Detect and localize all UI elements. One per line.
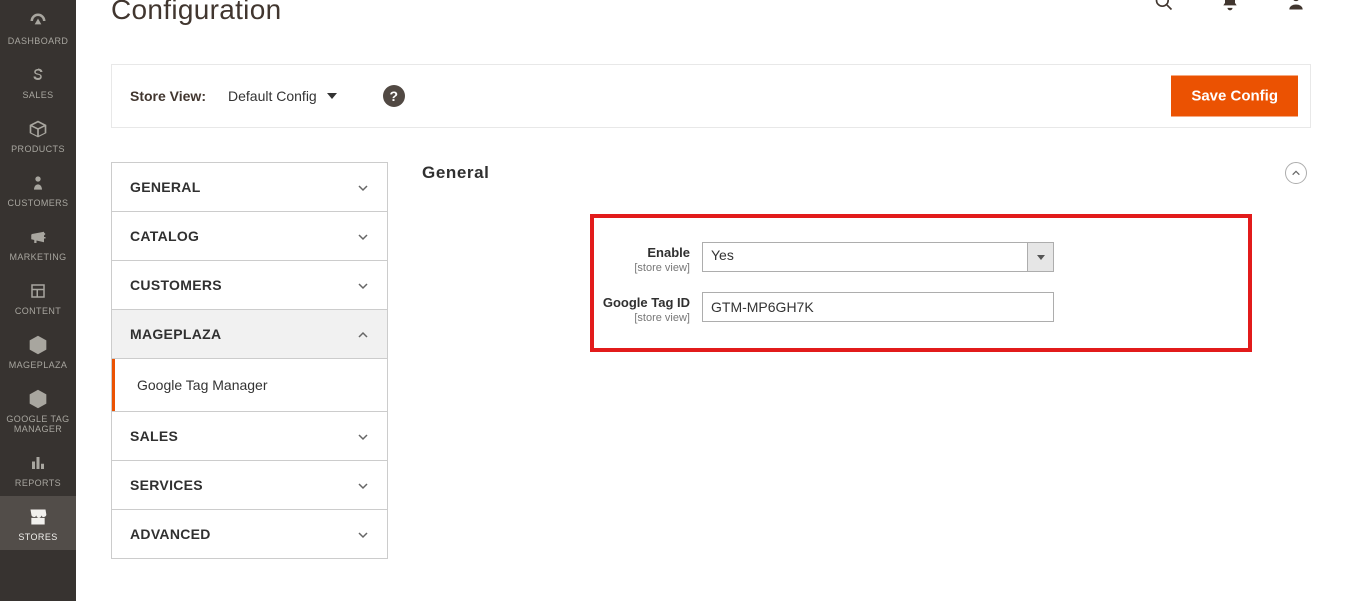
config-accordion: GENERAL CATALOG CUSTOMERS MAGEPLAZA (111, 162, 388, 559)
box-icon (25, 118, 51, 140)
sidenav-label: SALES (22, 90, 53, 100)
store-view-label: Store View: (130, 88, 206, 104)
sidenav-mageplaza[interactable]: MAGEPLAZA (0, 324, 76, 378)
admin-sidenav: DASHBOARD SALES PRODUCTS CUSTOMERS MARKE… (0, 0, 76, 601)
sidenav-gtm[interactable]: GOOGLE TAG MANAGER (0, 378, 76, 442)
google-tag-id-input[interactable] (702, 292, 1054, 322)
chevron-down-icon (357, 430, 369, 442)
acc-advanced: ADVANCED (111, 509, 388, 559)
sidenav-stores[interactable]: STORES (0, 496, 76, 550)
acc-label: SALES (130, 428, 178, 444)
chevron-up-icon (357, 328, 369, 340)
section-title: General (422, 163, 490, 183)
hexagon-icon (25, 388, 51, 410)
sidenav-sales[interactable]: SALES (0, 54, 76, 108)
acc-mageplaza: MAGEPLAZA Google Tag Manager (111, 309, 388, 411)
enable-select[interactable]: Yes (702, 242, 1028, 272)
sidenav-label: REPORTS (15, 478, 61, 488)
sidenav-marketing[interactable]: MARKETING (0, 216, 76, 270)
acc-header-mageplaza[interactable]: MAGEPLAZA (112, 310, 387, 358)
megaphone-icon (25, 226, 51, 248)
user-icon[interactable] (1286, 0, 1306, 12)
section-collapse-toggle[interactable] (1285, 162, 1307, 184)
toolbar: Store View: Default Config ? Save Config (111, 64, 1311, 128)
chevron-down-icon (357, 279, 369, 291)
store-view-select[interactable]: Default Config (228, 88, 337, 104)
sidenav-content[interactable]: CONTENT (0, 270, 76, 324)
save-config-button[interactable]: Save Config (1171, 76, 1298, 117)
sidenav-dashboard[interactable]: DASHBOARD (0, 0, 76, 54)
bar-chart-icon (25, 452, 51, 474)
acc-sub-gtm[interactable]: Google Tag Manager (112, 359, 387, 411)
dollar-icon (25, 64, 51, 86)
sidenav-customers[interactable]: CUSTOMERS (0, 162, 76, 216)
acc-label: CATALOG (130, 228, 199, 244)
acc-sub-mageplaza: Google Tag Manager (112, 358, 387, 411)
field-google-tag-id: Google Tag ID [store view] (594, 292, 1236, 324)
bell-icon[interactable] (1220, 0, 1240, 12)
field-tag-id-label: Google Tag ID (594, 295, 690, 310)
store-view-value: Default Config (228, 88, 317, 104)
acc-label: CUSTOMERS (130, 277, 222, 293)
acc-customers: CUSTOMERS (111, 260, 388, 309)
acc-sales: SALES (111, 411, 388, 460)
chevron-down-icon (357, 181, 369, 193)
storefront-icon (25, 506, 51, 528)
header-icons (1154, 0, 1306, 12)
sidenav-label: MARKETING (9, 252, 66, 262)
field-enable: Enable [store view] Yes (594, 242, 1236, 274)
hexagon-icon (25, 334, 51, 356)
config-form-area: General Enable [store view] Yes (388, 162, 1311, 559)
sidenav-label: CUSTOMERS (8, 198, 69, 208)
sidenav-label: MAGEPLAZA (9, 360, 68, 370)
acc-header-sales[interactable]: SALES (112, 412, 387, 460)
acc-sub-label: Google Tag Manager (137, 377, 268, 393)
field-enable-label: Enable (594, 245, 690, 260)
field-tag-id-scope: [store view] (594, 312, 690, 324)
gauge-icon (25, 10, 51, 32)
help-icon[interactable]: ? (383, 85, 405, 107)
search-icon[interactable] (1154, 0, 1174, 12)
acc-label: GENERAL (130, 179, 201, 195)
acc-header-general[interactable]: GENERAL (112, 163, 387, 211)
chevron-down-icon (357, 528, 369, 540)
highlighted-fields-box: Enable [store view] Yes Google Tag ID [s… (590, 214, 1252, 352)
page-title: Configuration (111, 0, 1311, 26)
acc-header-catalog[interactable]: CATALOG (112, 212, 387, 260)
layout-icon (25, 280, 51, 302)
acc-services: SERVICES (111, 460, 388, 509)
chevron-down-icon (357, 479, 369, 491)
sidenav-products[interactable]: PRODUCTS (0, 108, 76, 162)
acc-label: MAGEPLAZA (130, 326, 221, 342)
acc-header-services[interactable]: SERVICES (112, 461, 387, 509)
acc-label: SERVICES (130, 477, 203, 493)
acc-header-customers[interactable]: CUSTOMERS (112, 261, 387, 309)
field-enable-scope: [store view] (594, 262, 690, 274)
person-icon (25, 172, 51, 194)
acc-label: ADVANCED (130, 526, 211, 542)
sidenav-reports[interactable]: REPORTS (0, 442, 76, 496)
acc-header-advanced[interactable]: ADVANCED (112, 510, 387, 558)
enable-select-arrow[interactable] (1028, 242, 1054, 272)
chevron-down-icon (357, 230, 369, 242)
sidenav-label: DASHBOARD (8, 36, 69, 46)
sidenav-label: PRODUCTS (11, 144, 65, 154)
sidenav-label: CONTENT (15, 306, 61, 316)
acc-catalog: CATALOG (111, 211, 388, 260)
sidenav-label: GOOGLE TAG MANAGER (6, 414, 69, 434)
sidenav-label: STORES (18, 532, 57, 542)
acc-general: GENERAL (111, 162, 388, 211)
